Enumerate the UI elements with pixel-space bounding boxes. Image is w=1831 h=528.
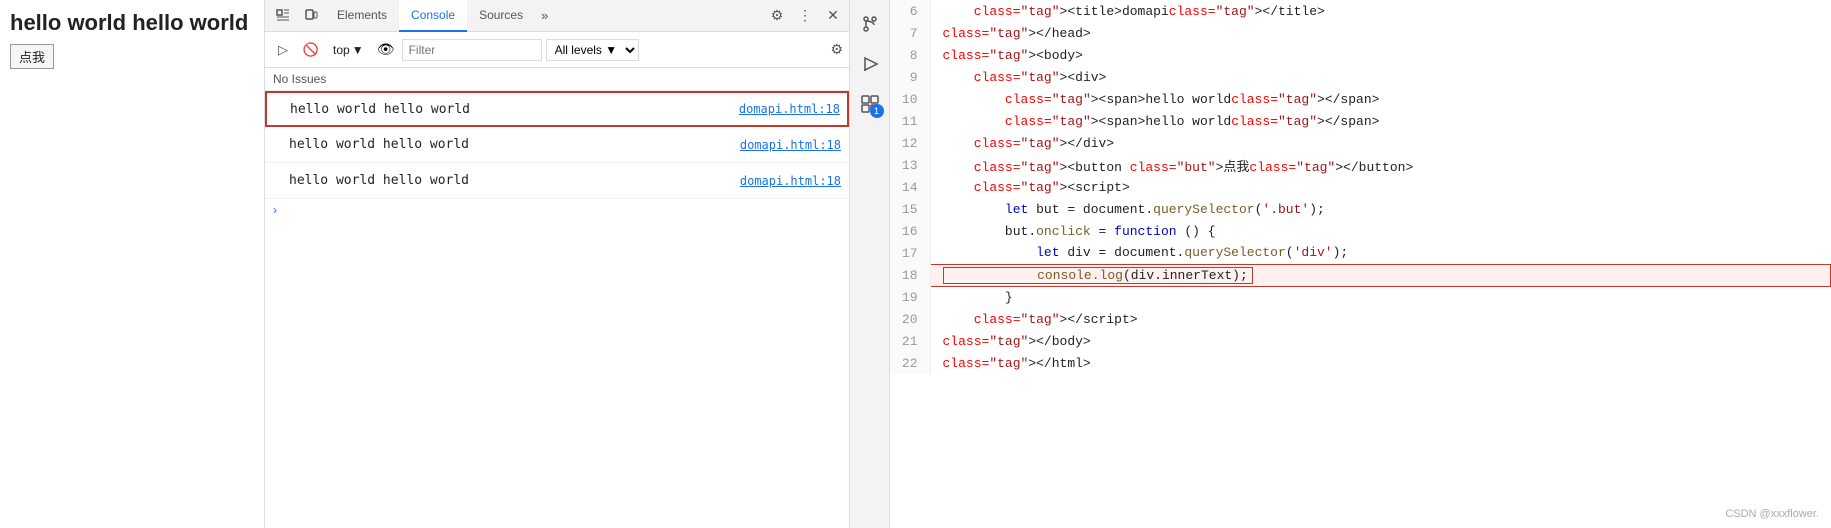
sources-git-icon[interactable]: [854, 8, 886, 40]
code-line: 16 but.onclick = function () {: [890, 220, 1831, 242]
line-number: 12: [890, 132, 930, 154]
line-content: class="tag"></head>: [930, 22, 1831, 44]
console-row: hello world hello worlddomapi.html:18: [265, 91, 849, 127]
line-number: 15: [890, 198, 930, 220]
sources-play-icon[interactable]: [854, 48, 886, 80]
code-line: 20 class="tag"></script>: [890, 308, 1831, 330]
code-line: 7class="tag"></head>: [890, 22, 1831, 44]
code-line: 11 class="tag"><span>hello worldclass="t…: [890, 110, 1831, 132]
devtools-actions: ⚙ ⋮ ✕: [765, 4, 845, 28]
code-line: 9 class="tag"><div>: [890, 66, 1831, 88]
console-source-link[interactable]: domapi.html:18: [740, 174, 841, 188]
line-number: 6: [890, 0, 930, 22]
line-number: 18: [890, 264, 930, 286]
line-content: class="tag"></body>: [930, 330, 1831, 352]
sources-sidebar: 1: [850, 0, 890, 528]
line-content: class="tag"><title>domapiclass="tag"></t…: [930, 0, 1831, 22]
line-content: class="tag"></div>: [930, 132, 1831, 154]
code-line: 15 let but = document.querySelector('.bu…: [890, 198, 1831, 220]
code-line: 12 class="tag"></div>: [890, 132, 1831, 154]
console-message-text: hello world hello world: [274, 102, 739, 117]
sources-main: 1 6 class="tag"><title>domapiclass="tag"…: [850, 0, 1831, 528]
code-line: 8class="tag"><body>: [890, 44, 1831, 66]
line-content: class="tag"><body>: [930, 44, 1831, 66]
devtools-tabs: Elements Console Sources » ⚙ ⋮ ✕: [265, 0, 849, 32]
devtools-panel: Elements Console Sources » ⚙ ⋮ ✕ ▷ 🚫 top…: [265, 0, 850, 528]
line-content: class="tag"></html>: [930, 352, 1831, 374]
line-number: 19: [890, 286, 930, 308]
line-number: 21: [890, 330, 930, 352]
console-row: hello world hello worlddomapi.html:18: [265, 163, 849, 199]
code-view[interactable]: 6 class="tag"><title>domapiclass="tag"><…: [890, 0, 1831, 528]
line-number: 14: [890, 176, 930, 198]
code-line: 19 }: [890, 286, 1831, 308]
eye-icon[interactable]: 👁: [374, 38, 398, 62]
inspect-icon[interactable]: [269, 2, 297, 30]
watermark: CSDN @xxxflower.: [1725, 508, 1819, 520]
code-line: 6 class="tag"><title>domapiclass="tag"><…: [890, 0, 1831, 22]
line-content: }: [930, 286, 1831, 308]
line-number: 7: [890, 22, 930, 44]
code-line: 17 let div = document.querySelector('div…: [890, 242, 1831, 264]
console-messages: hello world hello worlddomapi.html:18hel…: [265, 91, 849, 528]
code-line: 14 class="tag"><script>: [890, 176, 1831, 198]
code-line: 13 class="tag"><button class="but">点我cla…: [890, 154, 1831, 176]
close-devtools-icon[interactable]: ✕: [821, 4, 845, 28]
line-number: 17: [890, 242, 930, 264]
page-area: hello world hello world 点我: [0, 0, 265, 528]
clear-icon[interactable]: 🚫: [299, 38, 323, 62]
more-tabs-button[interactable]: »: [535, 8, 554, 23]
code-line: 18 console.log(div.innerText);: [890, 264, 1831, 286]
console-message-text: hello world hello world: [273, 173, 740, 188]
line-number: 16: [890, 220, 930, 242]
more-options-icon[interactable]: ⋮: [793, 4, 817, 28]
console-settings-icon[interactable]: ⚙: [830, 41, 843, 58]
line-content: let div = document.querySelector('div');: [930, 242, 1831, 264]
line-content: console.log(div.innerText);: [930, 264, 1831, 286]
no-issues-bar: No Issues: [265, 68, 849, 91]
filter-input[interactable]: [402, 39, 542, 61]
tab-console[interactable]: Console: [399, 0, 467, 32]
line-number: 8: [890, 44, 930, 66]
page-heading: hello world hello world: [10, 10, 254, 36]
tab-elements[interactable]: Elements: [325, 0, 399, 32]
line-number: 13: [890, 154, 930, 176]
line-content: class="tag"><button class="but">点我class=…: [930, 154, 1831, 176]
line-content: class="tag"><div>: [930, 66, 1831, 88]
line-content: class="tag"><span>hello worldclass="tag"…: [930, 88, 1831, 110]
line-number: 11: [890, 110, 930, 132]
line-content: class="tag"><span>hello worldclass="tag"…: [930, 110, 1831, 132]
line-content: let but = document.querySelector('.but')…: [930, 198, 1831, 220]
line-content: but.onclick = function () {: [930, 220, 1831, 242]
line-number: 20: [890, 308, 930, 330]
sources-structure-icon[interactable]: 1: [854, 88, 886, 120]
code-table: 6 class="tag"><title>domapiclass="tag"><…: [890, 0, 1831, 374]
line-number: 22: [890, 352, 930, 374]
click-button[interactable]: 点我: [10, 44, 54, 69]
run-icon[interactable]: ▷: [271, 38, 295, 62]
console-expand-arrow[interactable]: ›: [265, 199, 849, 221]
console-message-text: hello world hello world: [273, 137, 740, 152]
code-line: 22class="tag"></html>: [890, 352, 1831, 374]
code-line: 10 class="tag"><span>hello worldclass="t…: [890, 88, 1831, 110]
sources-panel: 1 6 class="tag"><title>domapiclass="tag"…: [850, 0, 1831, 528]
code-line: 21class="tag"></body>: [890, 330, 1831, 352]
line-content: class="tag"></script>: [930, 308, 1831, 330]
sources-badge: 1: [870, 104, 884, 118]
line-number: 10: [890, 88, 930, 110]
console-row: hello world hello worlddomapi.html:18: [265, 127, 849, 163]
device-icon[interactable]: [297, 2, 325, 30]
line-content: class="tag"><script>: [930, 176, 1831, 198]
line-number: 9: [890, 66, 930, 88]
console-source-link[interactable]: domapi.html:18: [740, 138, 841, 152]
tab-sources[interactable]: Sources: [467, 0, 535, 32]
console-toolbar: ▷ 🚫 top ▼ 👁 All levels ▼ ⚙: [265, 32, 849, 68]
settings-icon[interactable]: ⚙: [765, 4, 789, 28]
console-source-link[interactable]: domapi.html:18: [739, 102, 840, 116]
context-selector[interactable]: top ▼: [327, 41, 370, 59]
log-level-select[interactable]: All levels ▼: [546, 39, 639, 61]
